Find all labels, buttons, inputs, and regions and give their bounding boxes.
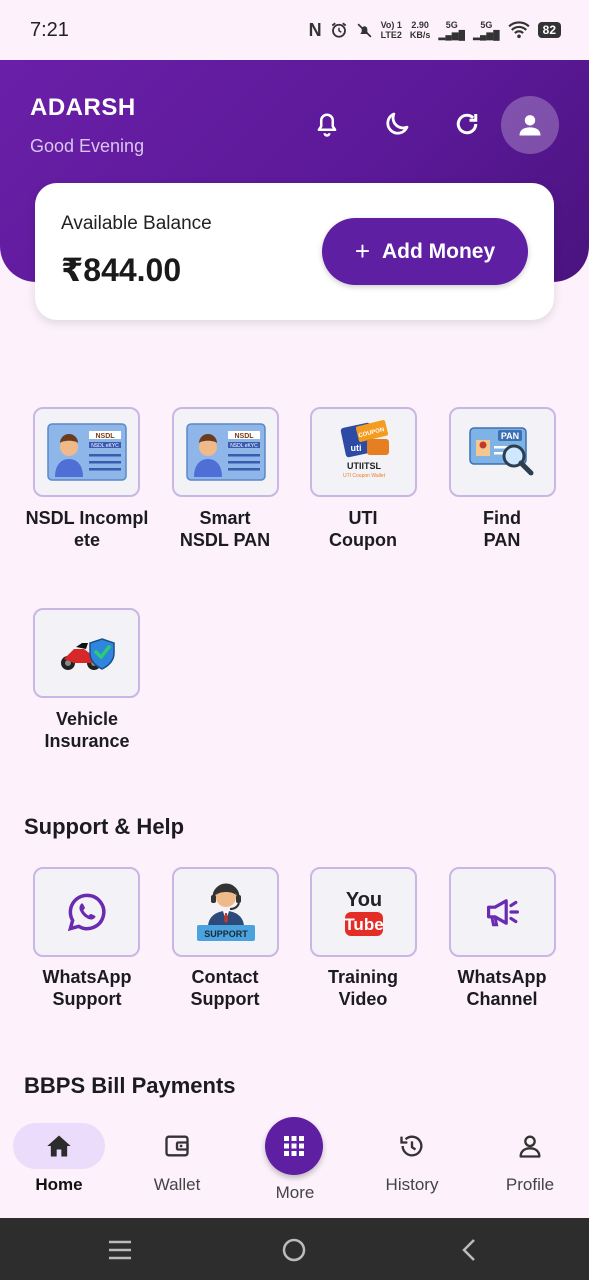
svg-text:UTIITSL: UTIITSL (347, 461, 381, 471)
person-icon (519, 115, 541, 136)
uti-coupon-tile[interactable]: COUPON uti UTIITSL UTI Coupon Wallet (310, 407, 417, 497)
nav-wallet[interactable]: Wallet (122, 1112, 232, 1195)
contact-support-tile[interactable]: SUPPORT (172, 867, 279, 957)
whatsapp-channel-label: WhatsApp Channel (457, 967, 547, 1009)
nav-history-label: History (385, 1175, 439, 1194)
nav-profile[interactable]: Profile (475, 1112, 585, 1195)
svg-text:NSDL eKYC: NSDL eKYC (230, 443, 258, 449)
system-nav-bar (0, 1218, 589, 1280)
smart-nsdl-pan-tile[interactable]: NSDL NSDL eKYC (172, 407, 279, 497)
network-speed: 2.90 KB/s (409, 20, 431, 40)
whatsapp-channel-tile[interactable] (449, 867, 556, 957)
nav-history[interactable]: History (357, 1112, 467, 1195)
add-money-label: Add Money (382, 239, 496, 263)
support-help-title: Support & Help (24, 814, 185, 839)
balance-label: Available Balance (61, 213, 212, 234)
nav-more-label: More (275, 1183, 315, 1202)
pan-card-person-icon: NSDL NSDL eKYC (46, 423, 127, 481)
svg-text:You: You (345, 889, 381, 911)
svg-text:NSDL: NSDL (95, 433, 115, 440)
battery-indicator: 82 (537, 22, 561, 38)
svg-text:PAN: PAN (500, 431, 518, 441)
add-money-button[interactable]: + Add Money (322, 218, 528, 285)
uti-coupon-icon: COUPON uti UTIITSL UTI Coupon Wallet (340, 420, 389, 479)
home-icon (47, 1135, 71, 1157)
motorbike-shield-icon (60, 638, 115, 670)
plus-icon: + (354, 236, 370, 266)
whatsapp-support-tile[interactable] (33, 867, 140, 957)
nav-home[interactable]: Home (4, 1112, 114, 1195)
back-icon[interactable] (454, 1235, 484, 1265)
dark-mode-moon-icon[interactable] (379, 106, 415, 142)
whatsapp-support-label: WhatsApp Support (42, 967, 132, 1009)
vehicle-insurance-label: Vehicle Insurance (44, 709, 130, 751)
whatsapp-icon (67, 893, 106, 932)
balance-amount: ₹844.00 (61, 252, 182, 288)
nav-wallet-pill (131, 1123, 223, 1169)
nav-home-label: Home (35, 1175, 83, 1194)
nav-profile-label: Profile (505, 1175, 555, 1194)
nav-profile-pill (484, 1123, 576, 1169)
nfc-icon: N (308, 19, 322, 40)
notification-bell-icon[interactable] (309, 106, 345, 142)
recents-icon[interactable] (105, 1235, 135, 1265)
vehicle-insurance-tile[interactable] (33, 608, 140, 698)
svg-text:UTI Coupon Wallet: UTI Coupon Wallet (342, 473, 385, 479)
nav-wallet-label: Wallet (153, 1175, 201, 1194)
signal-2: 5G ▂▄▆█ (473, 20, 500, 40)
youtube-icon: You Tube (344, 889, 383, 936)
find-pan-tile[interactable]: PAN (449, 407, 556, 497)
grid-icon (284, 1136, 304, 1156)
svg-text:SUPPORT: SUPPORT (204, 929, 248, 939)
find-pan-magnifier-icon: PAN (468, 427, 533, 476)
training-video-label: Training Video (327, 967, 398, 1009)
user-name: ADARSH (30, 94, 136, 121)
wifi-icon (507, 21, 530, 39)
nav-home-pill (13, 1123, 105, 1169)
support-agent-icon: SUPPORT (196, 883, 255, 941)
megaphone-icon (486, 899, 519, 927)
svg-text:NSDL eKYC: NSDL eKYC (91, 443, 119, 449)
nav-history-pill (366, 1123, 458, 1169)
svg-text:uti: uti (350, 443, 361, 453)
mute-bell-icon (357, 23, 372, 37)
smart-nsdl-pan-label: Smart NSDL PAN (179, 508, 271, 550)
contact-support-label: Contact Support (190, 967, 260, 1009)
svg-text:NSDL: NSDL (234, 433, 254, 440)
network-label: Vo) 1 LTE2 (380, 20, 402, 40)
more-button[interactable] (265, 1117, 323, 1175)
profile-icon (519, 1135, 541, 1158)
status-icons: N Vo) 1 LTE2 2.90 KB/s 5G ▂▄▆█ 5G ▂▄▆█ 82 (309, 20, 561, 41)
status-time: 7:21 (30, 18, 69, 41)
greeting-text: Good Evening (30, 136, 145, 156)
find-pan-label: Find PAN (483, 508, 521, 550)
refresh-icon[interactable] (449, 106, 485, 142)
profile-avatar[interactable] (501, 96, 559, 154)
uti-coupon-label: UTI Coupon (329, 508, 397, 550)
bottom-nav: Home Wallet More History Profile (0, 1112, 589, 1218)
bbps-title: BBPS Bill Payments (24, 1073, 236, 1098)
nsdl-incomplete-label: NSDL Incompl ete (25, 508, 149, 550)
pan-card-person-icon: NSDL NSDL eKYC (185, 423, 266, 481)
home-circle-icon[interactable] (279, 1235, 309, 1265)
status-bar: 7:21 N Vo) 1 LTE2 2.90 KB/s 5G ▂▄▆█ 5G ▂▄▆█ … (0, 0, 589, 60)
alarm-icon (331, 22, 346, 38)
balance-card: Available Balance ₹844.00 + Add Money (35, 183, 554, 320)
signal-1: 5G ▂▄▆█ (438, 20, 466, 40)
nsdl-incomplete-tile[interactable]: NSDL NSDL eKYC (33, 407, 140, 497)
history-icon (400, 1135, 423, 1157)
svg-text:Tube: Tube (344, 915, 383, 934)
wallet-icon (165, 1135, 189, 1157)
training-video-tile[interactable]: You Tube (310, 867, 417, 957)
